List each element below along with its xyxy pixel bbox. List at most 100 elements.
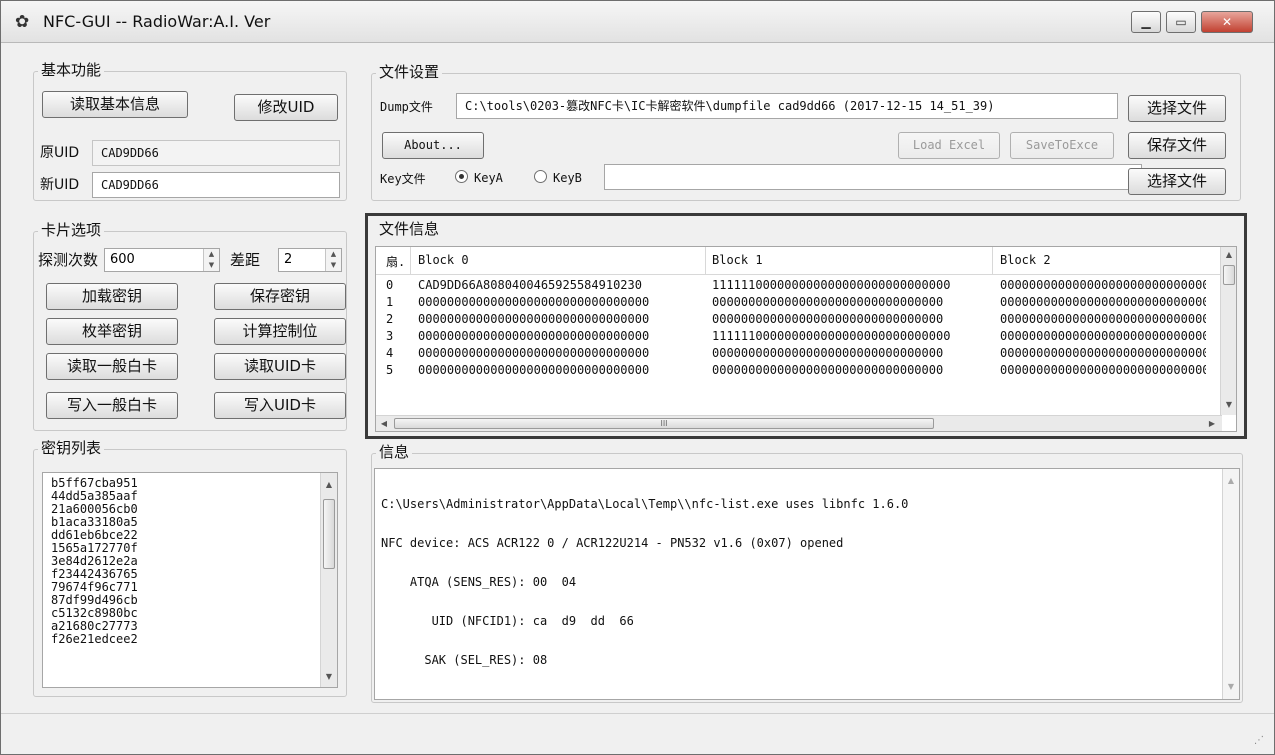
file-settings-group: 文件设置 Dump文件 C:\tools\0203-篡改NFC卡\IC卡解密软件… xyxy=(371,63,1241,201)
save-file-button[interactable]: 保存文件 xyxy=(1128,132,1226,159)
grid-horizontal-scrollbar[interactable]: ◀ III ▶ xyxy=(376,415,1222,431)
info-log-text: C:\Users\Administrator\AppData\Local\Tem… xyxy=(381,472,908,693)
column-header-block0[interactable]: Block 0 xyxy=(418,253,698,267)
cell-sector: 3 xyxy=(386,329,394,343)
diff-label: 差距 xyxy=(230,251,261,269)
write-uid-card-button[interactable]: 写入UID卡 xyxy=(214,392,346,419)
write-white-card-button[interactable]: 写入一般白卡 xyxy=(46,392,178,419)
cell-block2: 00000000000000000000000000000000 xyxy=(1000,295,1206,309)
scroll-up-icon[interactable]: ▲ xyxy=(321,477,337,493)
save-to-excel-button[interactable]: SaveToExce xyxy=(1010,132,1114,159)
key-b-label: KeyB xyxy=(553,171,582,185)
file-settings-title: 文件设置 xyxy=(376,63,443,81)
key-list-scrollbar[interactable]: ▲ ▼ xyxy=(320,473,337,687)
cell-block1: 111111000000000000000000000000000 xyxy=(712,329,951,343)
app-icon: ✿ xyxy=(15,12,30,32)
orig-uid-field: CAD9DD66 xyxy=(92,140,340,166)
column-divider xyxy=(705,247,706,274)
cell-block2: 00000000000000000000000000000000 xyxy=(1000,312,1206,326)
key-list-scroll-thumb[interactable] xyxy=(323,499,335,569)
probe-count-arrows[interactable]: ▲ ▼ xyxy=(203,249,219,271)
minimize-button[interactable]: ▁ xyxy=(1131,11,1161,33)
read-basic-info-button[interactable]: 读取基本信息 xyxy=(42,91,188,118)
modify-uid-button[interactable]: 修改UID xyxy=(234,94,338,121)
read-white-card-button[interactable]: 读取一般白卡 xyxy=(46,353,178,380)
cell-sector: 5 xyxy=(386,363,394,377)
file-info-grid[interactable]: 扇. Block 0 Block 1 Block 2 0 CAD9DD66A80… xyxy=(375,246,1237,432)
grid-vscroll-thumb[interactable] xyxy=(1223,265,1235,285)
cell-sector: 4 xyxy=(386,346,394,360)
key-b-radio[interactable] xyxy=(534,170,547,183)
choose-key-file-button[interactable]: 选择文件 xyxy=(1128,168,1226,195)
column-header-sector[interactable]: 扇. xyxy=(386,253,408,270)
probe-count-spinner[interactable]: 600 ▲ ▼ xyxy=(104,248,220,272)
cell-block0: 00000000000000000000000000000000 xyxy=(418,329,650,343)
scroll-up-icon[interactable]: ▲ xyxy=(1221,247,1236,263)
info-log[interactable]: C:\Users\Administrator\AppData\Local\Tem… xyxy=(374,468,1240,700)
key-file-path-field[interactable] xyxy=(604,164,1142,190)
key-a-label: KeyA xyxy=(474,171,503,185)
title-bar[interactable]: ✿ NFC-GUI -- RadioWar:A.I. Ver ▁ ▭ ✕ xyxy=(1,1,1274,43)
key-a-radio[interactable] xyxy=(455,170,468,183)
spin-up-icon[interactable]: ▲ xyxy=(204,249,219,260)
scroll-down-icon[interactable]: ▼ xyxy=(321,669,337,685)
scroll-right-icon[interactable]: ▶ xyxy=(1204,416,1220,431)
enum-keys-button[interactable]: 枚举密钥 xyxy=(46,318,178,345)
list-item[interactable]: f26e21edcee2 xyxy=(51,633,138,646)
choose-dump-file-button[interactable]: 选择文件 xyxy=(1128,95,1226,122)
cell-block2: 00000000000000000000000000000000 xyxy=(1000,329,1206,343)
info-log-scrollbar[interactable]: ▲ ▼ xyxy=(1222,469,1239,699)
key-list-group: 密钥列表 b5ff67cba951 44dd5a385aaf 21a600056… xyxy=(33,439,347,697)
log-line: UID (NFCID1): ca d9 dd 66 xyxy=(381,614,634,628)
info-group: 信息 C:\Users\Administrator\AppData\Local\… xyxy=(371,443,1243,703)
about-button[interactable]: About... xyxy=(382,132,484,159)
log-line: NFC device: ACS ACR122 0 / ACR122U214 - … xyxy=(381,536,844,550)
column-header-block1[interactable]: Block 1 xyxy=(712,253,982,267)
cell-block0: CAD9DD66A8080400465925584910230 xyxy=(418,278,642,292)
log-line: ATQA (SENS_RES): 00 04 xyxy=(381,575,577,589)
cell-block1: 00000000000000000000000000000000 xyxy=(712,312,944,326)
probe-count-label: 探测次数 xyxy=(38,251,99,269)
key-file-label: Key文件 xyxy=(380,172,426,186)
load-keys-button[interactable]: 加载密钥 xyxy=(46,283,178,310)
cell-block2: 00000000000000000000000000000000 xyxy=(1000,346,1206,360)
scroll-up-icon[interactable]: ▲ xyxy=(1223,473,1239,489)
maximize-button[interactable]: ▭ xyxy=(1166,11,1196,33)
spin-down-icon[interactable]: ▼ xyxy=(326,260,341,271)
diff-spinner[interactable]: 2 ▲ ▼ xyxy=(278,248,342,272)
cell-block1: 00000000000000000000000000000000 xyxy=(712,363,944,377)
resize-grip-icon[interactable]: ⋰ xyxy=(1254,735,1264,746)
close-button[interactable]: ✕ xyxy=(1201,11,1253,33)
dump-file-path-field[interactable]: C:\tools\0203-篡改NFC卡\IC卡解密软件\dumpfile ca… xyxy=(456,93,1118,119)
card-options-title: 卡片选项 xyxy=(38,221,105,239)
header-divider xyxy=(376,274,1222,275)
read-uid-card-button[interactable]: 读取UID卡 xyxy=(214,353,346,380)
column-divider xyxy=(992,247,993,274)
spin-down-icon[interactable]: ▼ xyxy=(204,260,219,271)
save-keys-button[interactable]: 保存密钥 xyxy=(214,283,346,310)
grid-vertical-scrollbar[interactable]: ▲ ▼ xyxy=(1220,247,1236,415)
log-line: C:\Users\Administrator\AppData\Local\Tem… xyxy=(381,497,909,511)
scroll-left-icon[interactable]: ◀ xyxy=(376,416,392,431)
cell-block0: 00000000000000000000000000000000 xyxy=(418,312,650,326)
cell-sector: 2 xyxy=(386,312,394,326)
scroll-down-icon[interactable]: ▼ xyxy=(1223,679,1239,695)
column-header-block2[interactable]: Block 2 xyxy=(1000,253,1200,267)
cell-sector: 1 xyxy=(386,295,394,309)
key-list[interactable]: b5ff67cba951 44dd5a385aaf 21a600056cb0 b… xyxy=(42,472,338,688)
grid-hscroll-thumb[interactable]: III xyxy=(394,418,934,429)
card-options-group: 卡片选项 探测次数 600 ▲ ▼ 差距 2 ▲ ▼ 加载密钥 保存密钥 枚举密钥 … xyxy=(33,221,347,431)
diff-arrows[interactable]: ▲ ▼ xyxy=(325,249,341,271)
basic-functions-title: 基本功能 xyxy=(38,61,105,79)
diff-value: 2 xyxy=(284,252,293,267)
new-uid-input[interactable]: CAD9DD66 xyxy=(92,172,340,198)
dump-file-label: Dump文件 xyxy=(380,100,433,114)
calc-control-button[interactable]: 计算控制位 xyxy=(214,318,346,345)
orig-uid-label: 原UID xyxy=(40,145,80,161)
cell-block2: 00000000000000000000000000000000 xyxy=(1000,278,1206,292)
scroll-down-icon[interactable]: ▼ xyxy=(1221,397,1236,413)
cell-block1: 00000000000000000000000000000000 xyxy=(712,346,944,360)
cell-block1: 111111000000000000000000000000000 xyxy=(712,278,951,292)
load-excel-button[interactable]: Load Excel xyxy=(898,132,1000,159)
spin-up-icon[interactable]: ▲ xyxy=(326,249,341,260)
